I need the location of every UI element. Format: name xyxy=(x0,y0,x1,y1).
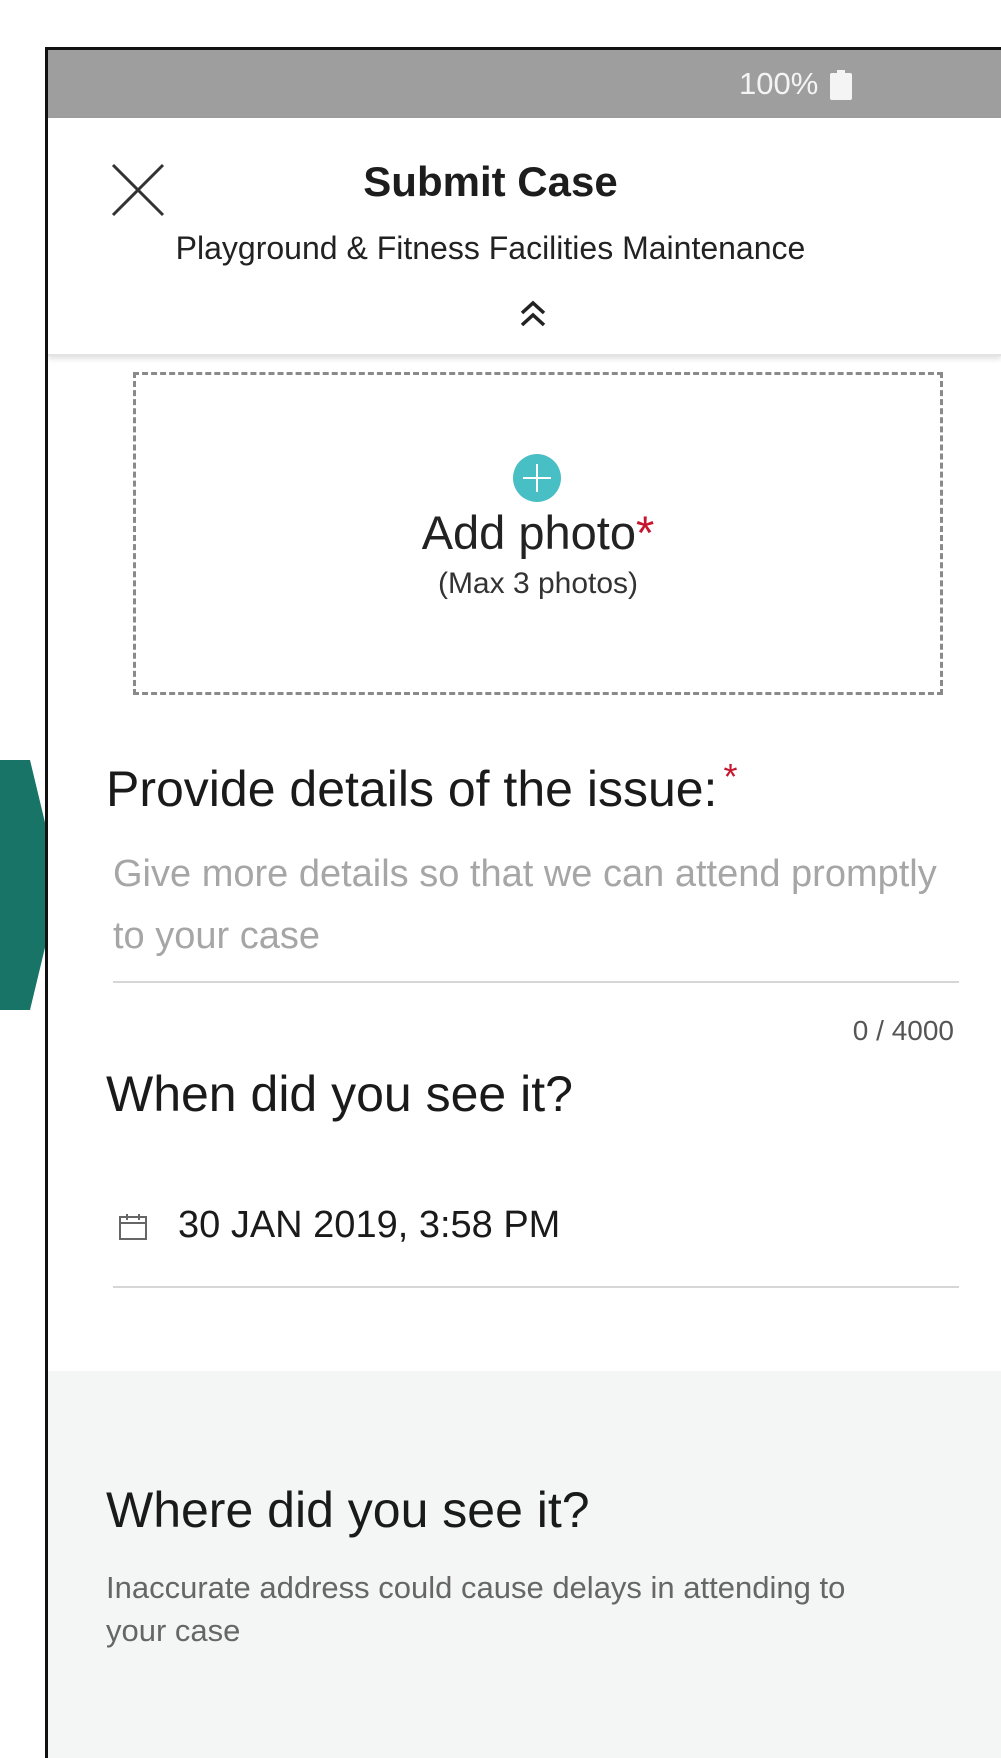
calendar-icon xyxy=(119,1214,147,1240)
address-warning-hint: Inaccurate address could cause delays in… xyxy=(106,1570,846,1648)
battery-level: 100% xyxy=(739,66,819,101)
location-section: Where did you see it? Inaccurate address… xyxy=(48,1371,1001,1758)
page-subtitle: Playground & Fitness Facilities Maintena… xyxy=(175,230,806,266)
add-photo-text: Add photo xyxy=(421,506,636,559)
datetime-picker-field[interactable]: 30 JAN 2019, 3:58 PM xyxy=(113,1190,959,1288)
max-photos-hint: (Max 3 photos) xyxy=(437,567,639,600)
phone-screen: 100% Submit Case Playground & Fitness Fa… xyxy=(45,47,1001,1758)
double-chevron-up-icon[interactable] xyxy=(518,300,548,328)
required-asterisk: * xyxy=(723,756,738,797)
app-header: Submit Case Playground & Fitness Facilit… xyxy=(48,118,1001,356)
datetime-value: 30 JAN 2019, 3:58 PM xyxy=(178,1204,561,1246)
details-label-text: Provide details of the issue: xyxy=(106,761,718,817)
character-counter: 0 / 4000 xyxy=(852,1015,954,1046)
page-title: Submit Case xyxy=(363,158,618,205)
where-label: Where did you see it? xyxy=(106,1482,590,1538)
when-label: When did you see it? xyxy=(106,1066,573,1122)
details-label: Provide details of the issue: * xyxy=(106,756,737,818)
add-photo-dropzone[interactable]: Add photo* (Max 3 photos) xyxy=(133,372,943,695)
add-photo-label: Add photo* xyxy=(136,505,940,560)
plus-circle-icon[interactable] xyxy=(512,453,562,503)
battery-icon xyxy=(830,70,852,100)
details-textarea[interactable] xyxy=(113,843,959,983)
status-bar: 100% xyxy=(48,50,1001,118)
required-asterisk: * xyxy=(636,506,655,559)
